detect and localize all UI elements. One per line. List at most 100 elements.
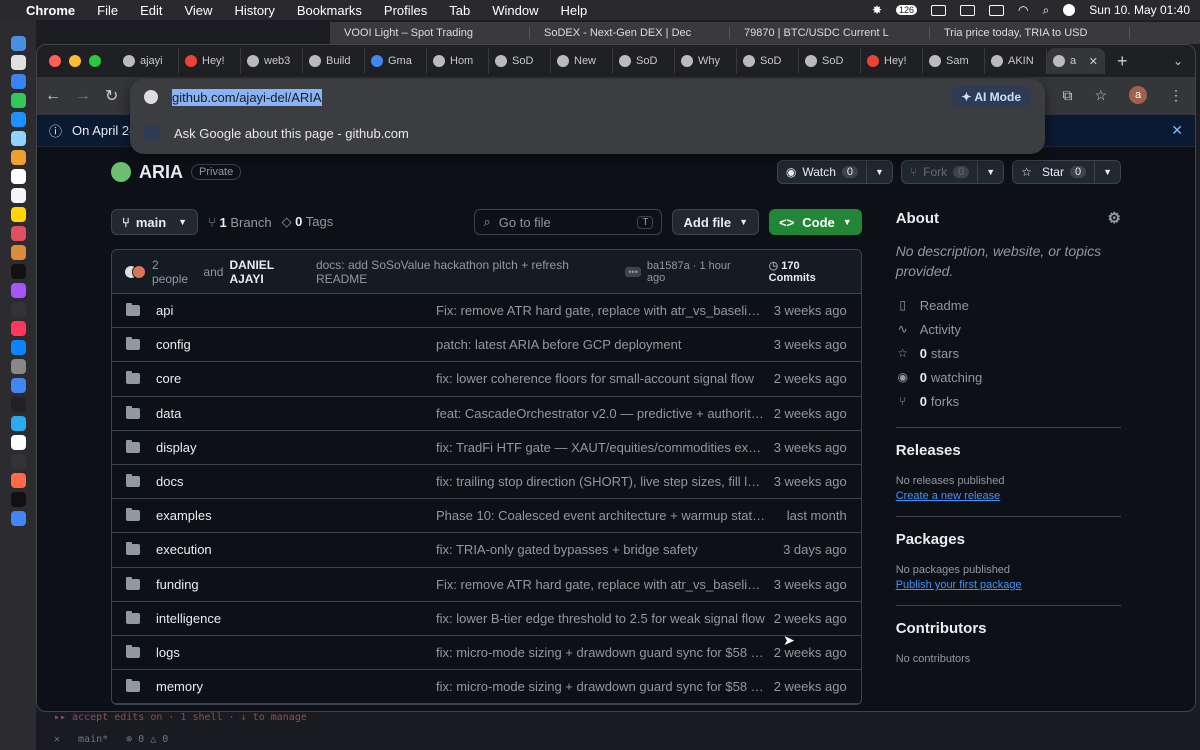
branch-select[interactable]: ⑂ main ▼ <box>111 209 199 235</box>
extensions-icon[interactable]: ⧉ <box>1062 87 1072 104</box>
fork-button[interactable]: ⑂ Fork 0 ▼ <box>900 160 1005 184</box>
code-button[interactable]: <> Code ▼ <box>769 209 862 235</box>
table-row[interactable]: api Fix: remove ATR hard gate, replace wi… <box>112 294 861 329</box>
menu-view[interactable]: View <box>184 3 212 18</box>
file-commit-message[interactable]: fix: micro-mode sizing + drawdown guard … <box>436 645 766 660</box>
file-commit-message[interactable]: Phase 10: Coalesced event architecture +… <box>436 508 766 523</box>
dock-app-icon[interactable] <box>10 359 26 374</box>
tab[interactable]: AKIN <box>985 48 1047 74</box>
file-commit-message[interactable]: feat: CascadeOrchestrator v2.0 — predict… <box>436 406 766 421</box>
file-commit-message[interactable]: fix: TradFi HTF gate — XAUT/equities/com… <box>436 440 766 455</box>
ai-mode-button[interactable]: ✦ AI Mode <box>951 86 1031 108</box>
table-row[interactable]: intelligence fix: lower B-tier edge thres… <box>112 602 861 636</box>
tab[interactable]: web3 <box>241 48 303 74</box>
tab[interactable]: Build <box>303 48 365 74</box>
close-tab-icon[interactable]: ✕ <box>1089 55 1098 68</box>
table-row[interactable]: funding Fix: remove ATR hard gate, replac… <box>112 568 861 602</box>
profile-avatar[interactable]: a <box>1129 86 1147 104</box>
background-tab[interactable]: 79870 | BTC/USDC Current L <box>730 27 930 39</box>
new-tab-button[interactable]: + <box>1117 51 1128 72</box>
commit-history-link[interactable]: ◷ 170 Commits <box>769 259 849 284</box>
omnibox-input-row[interactable]: github.com/ajayi-del/ARIA ✦ AI Mode <box>130 79 1045 115</box>
file-name[interactable]: execution <box>156 542 436 557</box>
dock-app-icon[interactable] <box>10 492 26 507</box>
tab[interactable]: SoD <box>489 48 551 74</box>
table-row[interactable]: logs fix: micro-mode sizing + drawdown gu… <box>112 636 861 671</box>
tab[interactable]: SoD <box>799 48 861 74</box>
omnibox-url[interactable]: github.com/ajayi-del/ARIA <box>172 88 322 106</box>
packages-heading[interactable]: Packages <box>896 531 1121 548</box>
commit-message[interactable]: docs: add SoSoValue hackathon pitch + re… <box>316 258 619 286</box>
table-row[interactable]: config patch: latest ARIA before GCP depl… <box>112 328 861 363</box>
table-row[interactable]: core fix: lower coherence floors for smal… <box>112 362 861 397</box>
goto-file-input[interactable]: ⌕ Go to file T <box>474 209 663 235</box>
back-icon[interactable]: ← <box>45 87 61 105</box>
dock-app-icon[interactable] <box>10 131 26 146</box>
dock-app-icon[interactable] <box>10 454 26 469</box>
file-name[interactable]: docs <box>156 474 436 489</box>
avatar-stack[interactable] <box>124 264 146 279</box>
file-name[interactable]: memory <box>156 679 436 694</box>
dock-app-icon[interactable] <box>10 74 26 89</box>
branches-link[interactable]: ⑂ 1 Branch <box>208 215 271 230</box>
file-name[interactable]: logs <box>156 645 436 660</box>
screen-icon[interactable] <box>960 4 976 16</box>
file-name[interactable]: config <box>156 337 436 352</box>
file-name[interactable]: examples <box>156 508 436 523</box>
file-commit-message[interactable]: fix: lower B-tier edge threshold to 2.5 … <box>436 611 766 626</box>
table-row[interactable]: memory fix: micro-mode sizing + drawdown … <box>112 670 861 705</box>
dock-app-icon[interactable] <box>10 245 26 260</box>
menu-window[interactable]: Window <box>492 3 538 18</box>
tab[interactable]: New <box>551 48 613 74</box>
tab[interactable]: Gma <box>365 48 427 74</box>
tab[interactable]: Hey! <box>179 48 241 74</box>
file-commit-message[interactable]: patch: latest ARIA before GCP deployment <box>436 337 766 352</box>
chevron-down-icon[interactable]: ▼ <box>977 161 1003 183</box>
battery-icon[interactable] <box>989 4 1005 16</box>
dock-app-icon[interactable] <box>10 226 26 241</box>
table-row[interactable]: display fix: TradFi HTF gate — XAUT/equit… <box>112 431 861 465</box>
window-icon[interactable] <box>931 4 947 16</box>
menu-history[interactable]: History <box>234 3 274 18</box>
control-center-icon[interactable] <box>1063 4 1076 16</box>
table-row[interactable]: docs fix: trailing stop direction (SHORT)… <box>112 465 861 500</box>
git-branch[interactable]: main* <box>78 734 108 745</box>
menu-help[interactable]: Help <box>561 3 588 18</box>
dock-app-icon[interactable] <box>10 511 26 526</box>
menu-edit[interactable]: Edit <box>140 3 162 18</box>
tab[interactable]: Hey! <box>861 48 923 74</box>
watching-link[interactable]: ◉ 0 watching <box>896 365 1121 389</box>
close-icon[interactable]: ✕ <box>1171 122 1183 139</box>
activity-link[interactable]: ∿ Activity <box>896 317 1121 341</box>
dock-app-icon[interactable] <box>10 302 26 317</box>
menu-profiles[interactable]: Profiles <box>384 3 427 18</box>
dock-app-icon[interactable] <box>10 93 26 108</box>
commit-author[interactable]: DANIEL AJAYI <box>229 258 309 286</box>
tab[interactable]: Why <box>675 48 737 74</box>
background-tab[interactable]: SoDEX - Next-Gen DEX | Dec <box>530 27 730 39</box>
more-menu-icon[interactable]: ⋮ <box>1169 87 1183 104</box>
sun-icon[interactable]: ✸ <box>872 3 882 17</box>
contributors-heading[interactable]: Contributors <box>896 620 1121 637</box>
chevron-down-icon[interactable]: ▼ <box>1094 161 1120 183</box>
tab[interactable]: Sam <box>923 48 985 74</box>
tab[interactable]: ajayi <box>117 48 179 74</box>
people-link[interactable]: 2 people <box>152 258 197 286</box>
minimize-window-button[interactable] <box>69 55 81 67</box>
file-commit-message[interactable]: Fix: remove ATR hard gate, replace with … <box>436 577 766 592</box>
menu-tab[interactable]: Tab <box>449 3 470 18</box>
dock-app-icon[interactable] <box>10 207 26 222</box>
tab[interactable]: SoD <box>737 48 799 74</box>
zoom-window-button[interactable] <box>89 55 101 67</box>
table-row[interactable]: execution fix: TRIA-only gated bypasses +… <box>112 533 861 568</box>
background-tab[interactable]: Tria price today, TRIA to USD <box>930 27 1130 39</box>
dock-app-icon[interactable] <box>10 188 26 203</box>
problems-count[interactable]: ⊗ 0 △ 0 <box>126 734 168 745</box>
dock-app-icon[interactable] <box>10 283 26 298</box>
dock-app-icon[interactable] <box>10 416 26 431</box>
reload-icon[interactable]: ↻ <box>105 86 118 106</box>
file-name[interactable]: data <box>156 406 436 421</box>
tags-link[interactable]: ◇ 0 Tags <box>282 214 334 230</box>
wifi-icon[interactable]: ◠ <box>1018 3 1028 17</box>
watch-button[interactable]: ◉ Watch 0 ▼ <box>776 160 893 184</box>
